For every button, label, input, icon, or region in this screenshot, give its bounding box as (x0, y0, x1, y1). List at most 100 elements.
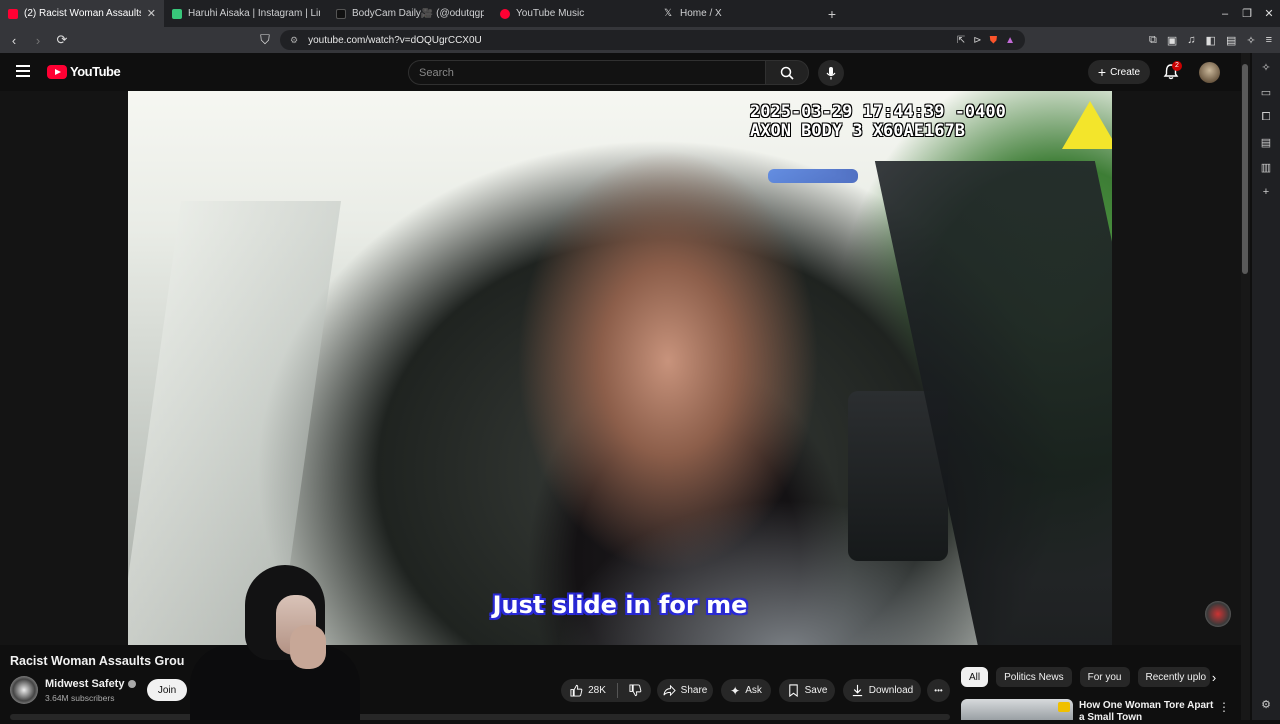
channel-name-text[interactable]: Midwest Safety (45, 678, 124, 690)
browser-tab-x[interactable]: 𝕏 Home / X (656, 0, 820, 27)
share-icon (663, 684, 676, 697)
thumbs-down-icon[interactable] (629, 684, 642, 697)
guide-menu-icon[interactable] (16, 65, 30, 77)
tab-title: Home / X (680, 8, 722, 19)
site-info-icon[interactable]: ⚙ (290, 35, 298, 46)
extensions-icon[interactable]: ⧉ (1149, 34, 1157, 47)
download-button[interactable]: Download (843, 679, 921, 702)
browser-tab-youtube-video[interactable]: (2) Racist Woman Assaults ✕ (0, 0, 164, 27)
recommendation-thumbnail[interactable] (961, 699, 1073, 720)
channel-avatar[interactable] (10, 676, 38, 704)
youtube-logo[interactable]: YouTube (47, 64, 121, 79)
leo-ai-icon[interactable]: ✧ (1246, 34, 1255, 47)
more-horizontal-icon: ••• (934, 686, 943, 695)
video-frame-lightbar (768, 169, 858, 183)
download-icon (852, 684, 862, 697)
sidebar-icon[interactable]: ◧ (1206, 34, 1216, 47)
new-tab-button[interactable]: + (820, 6, 844, 22)
brave-shields-icon[interactable]: ⛊ (990, 35, 998, 46)
bookmark-icon[interactable]: ⛉ (255, 32, 275, 48)
leo-icon[interactable]: ✧ (1261, 61, 1270, 74)
forward-icon[interactable]: › (28, 33, 48, 48)
recommendation-title[interactable]: How One Woman Tore Apart a Small Town (1079, 700, 1219, 724)
share-button[interactable]: Share (657, 679, 713, 702)
window-controls: – ❐ ✕ (1214, 0, 1280, 27)
toolbar-extensions: ⧉ ▣ ♫ ◧ ▤ ✧ ≡ (1149, 27, 1272, 53)
osd-device: AXON BODY 3 X60AE167B (750, 121, 965, 141)
search-button[interactable] (765, 60, 809, 85)
x-favicon-icon: 𝕏 (664, 7, 673, 19)
osd-datetime: 2025-03-29 17:44:39 -0400 (750, 102, 1006, 122)
media-icon[interactable]: ♫ (1187, 34, 1195, 46)
wallet-icon[interactable]: ▣ (1167, 34, 1177, 47)
chip-for-you[interactable]: For you (1079, 667, 1130, 687)
minimize-button[interactable]: – (1214, 8, 1236, 20)
share-label: Share (680, 685, 708, 696)
subscriber-count: 3.64M subscribers (45, 693, 115, 703)
like-divider (616, 683, 618, 698)
send-icon[interactable]: ⊳ (973, 35, 981, 46)
recommendation-menu-icon[interactable]: ⋮ (1218, 700, 1230, 714)
history-icon[interactable]: ▤ (1261, 136, 1271, 149)
axon-logo-icon (1062, 101, 1112, 149)
channel-watermark-icon[interactable] (1205, 601, 1231, 627)
brave-rewards-icon[interactable]: ▲ (1005, 35, 1015, 46)
chip-recently-uploaded[interactable]: Recently uplo (1137, 667, 1210, 687)
description-box-edge[interactable] (10, 714, 950, 720)
reload-icon[interactable]: ⟳ (52, 32, 72, 48)
sparkle-icon: ✦ (730, 683, 741, 698)
browser-tab-tiktok[interactable]: BodyCam Daily🎥 (@odutqgp71 (328, 0, 492, 27)
account-avatar[interactable] (1199, 62, 1220, 83)
save-label: Save (804, 685, 828, 696)
plus-icon: + (1097, 64, 1107, 80)
join-button[interactable]: Join (147, 679, 187, 701)
bookmarks-panel-icon[interactable]: ⧠ (1262, 111, 1271, 124)
open-in-app-icon[interactable]: ⇱ (957, 35, 965, 46)
bookmark-save-icon (788, 684, 798, 697)
notification-count-badge: 2 (1172, 61, 1182, 71)
ask-label: Ask (745, 685, 762, 696)
chevron-right-icon[interactable]: › (1205, 667, 1223, 687)
browser-tab-instagram[interactable]: Haruhi Aisaka | Instagram | Lin (164, 0, 328, 27)
settings-gear-icon[interactable]: ⚙ (1261, 698, 1271, 711)
page-scrollbar-thumb[interactable] (1242, 64, 1248, 274)
chip-politics-news[interactable]: Politics News (996, 667, 1072, 687)
reading-list-icon[interactable]: ▭ (1261, 86, 1271, 99)
menu-icon[interactable]: ≡ (1266, 34, 1272, 46)
youtube-wordmark: YouTube (70, 64, 121, 79)
wallet2-icon[interactable]: ▤ (1226, 34, 1236, 47)
close-tab-icon[interactable]: ✕ (147, 7, 156, 20)
verified-badge-icon (128, 680, 137, 689)
ask-button[interactable]: ✦ Ask (721, 679, 771, 702)
close-window-button[interactable]: ✕ (1258, 7, 1280, 20)
create-button[interactable]: + Create (1088, 60, 1150, 84)
browser-side-panel: ✧ ▭ ⧠ ▤ ▥ + ⚙ (1252, 53, 1280, 720)
voice-search-button[interactable] (818, 60, 844, 86)
tab-title: (2) Racist Woman Assaults (24, 8, 141, 19)
more-actions-button[interactable]: ••• (927, 679, 950, 702)
youtube-favicon-icon (8, 8, 18, 19)
thumbs-up-icon[interactable] (570, 684, 583, 697)
tab-title: Haruhi Aisaka | Instagram | Lin (188, 8, 320, 19)
browser-tab-youtube-music[interactable]: YouTube Music (492, 0, 656, 27)
chip-all[interactable]: All (961, 667, 989, 687)
youtube-music-favicon-icon (500, 8, 510, 19)
add-panel-icon[interactable]: + (1263, 186, 1269, 198)
maximize-button[interactable]: ❐ (1236, 7, 1258, 20)
channel-name[interactable]: Midwest Safety (45, 678, 137, 690)
thumbnail-badge (1058, 702, 1070, 712)
address-bar[interactable]: ⚙ youtube.com/watch?v=dOQUgrCCX0U ⇱ ⊳ ⛊ … (280, 30, 1025, 50)
video-player[interactable]: 2025-03-29 17:44:39 -0400 AXON BODY 3 X6… (128, 91, 1112, 645)
back-icon[interactable]: ‹ (4, 33, 24, 48)
tab-title: BodyCam Daily🎥 (@odutqgp71 (352, 8, 484, 19)
url-text: youtube.com/watch?v=dOQUgrCCX0U (308, 34, 482, 46)
recommendation-filter-chips: All Politics News For you Recently uplo (961, 667, 1210, 687)
browser-tab-strip: (2) Racist Woman Assaults ✕ Haruhi Aisak… (0, 0, 1280, 27)
search-input[interactable]: Search (408, 60, 766, 85)
tiktok-favicon-icon (336, 8, 346, 19)
like-count[interactable]: 28K (588, 685, 606, 696)
save-button[interactable]: Save (779, 679, 835, 702)
reader-icon[interactable]: ▥ (1261, 161, 1271, 174)
download-label: Download (868, 685, 914, 696)
webcam-person-hand (290, 625, 326, 669)
